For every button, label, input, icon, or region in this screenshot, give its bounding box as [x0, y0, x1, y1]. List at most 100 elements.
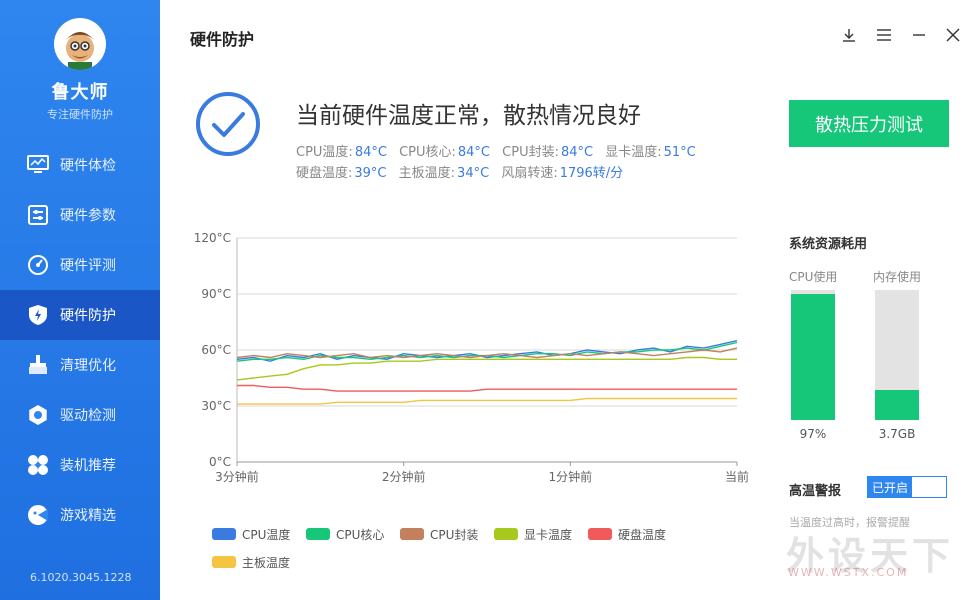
- legend-swatch: [588, 528, 612, 540]
- sidebar-item-label: 驱动检测: [60, 408, 116, 424]
- sidebar-item-hardware-params[interactable]: 硬件参数: [0, 190, 160, 240]
- cpu-usage-fill: [791, 293, 835, 420]
- avatar[interactable]: [54, 18, 106, 70]
- cpu-usage-bar: [791, 290, 835, 420]
- legend-item[interactable]: CPU温度: [212, 520, 306, 548]
- sidebar-item-label: 装机推荐: [60, 458, 116, 474]
- legend-label: CPU封装: [430, 527, 479, 542]
- check-circle-icon: [194, 90, 262, 158]
- temp-label: CPU封装:: [502, 145, 559, 160]
- gauge-icon: [26, 253, 50, 277]
- temp-value: 84°C: [457, 145, 491, 160]
- sidebar: 鲁大师 专注硬件防护 硬件体检 硬件参数 硬件评测 硬件防护 清理优化 驱动检测…: [0, 0, 160, 600]
- legend-swatch: [400, 528, 424, 540]
- sidebar-item-label: 硬件评测: [60, 258, 116, 274]
- stress-test-button[interactable]: 散热压力测试: [789, 100, 949, 147]
- version-text: 6.1020.3045.1228: [30, 571, 132, 584]
- sidebar-item-label: 清理优化: [60, 358, 116, 374]
- legend-label: 显卡温度: [524, 527, 573, 542]
- temp-value: 34°C: [457, 166, 490, 181]
- download-icon[interactable]: [838, 24, 860, 46]
- page-title: 硬件防护: [190, 30, 255, 49]
- app-subtitle: 专注硬件防护: [47, 108, 113, 121]
- monitor-icon: [26, 153, 50, 177]
- series-line: [237, 397, 737, 405]
- y-tick-label: 60°C: [201, 343, 231, 357]
- mem-usage-label: 内存使用: [873, 270, 922, 284]
- legend-label: 主板温度: [242, 555, 291, 570]
- series-line: [237, 384, 737, 392]
- sidebar-item-hardware-benchmark[interactable]: 硬件评测: [0, 240, 160, 290]
- temp-value: 51°C: [663, 145, 696, 160]
- temp-value: 84°C: [560, 145, 594, 160]
- legend-label: CPU核心: [336, 527, 385, 542]
- legend-swatch: [494, 528, 518, 540]
- app-name: 鲁大师: [51, 82, 109, 103]
- sidebar-item-hardware-check[interactable]: 硬件体检: [0, 140, 160, 190]
- sidebar-item-build-recommend[interactable]: 装机推荐: [0, 440, 160, 490]
- mem-usage-fill: [875, 390, 919, 420]
- legend-item[interactable]: 主板温度: [212, 548, 306, 576]
- high-temp-alarm-label: 高温警报: [789, 484, 842, 499]
- legend-item[interactable]: CPU封装: [400, 520, 494, 548]
- legend-item[interactable]: 硬盘温度: [588, 520, 682, 548]
- x-tick-label: 3分钟前: [215, 469, 259, 484]
- gear-icon: [26, 403, 50, 427]
- x-tick-label: 2分钟前: [382, 469, 426, 484]
- legend-item[interactable]: CPU核心: [306, 520, 400, 548]
- mem-usage-bar: [875, 290, 919, 420]
- temperature-row-2: 硬盘温度: 39°C 主板温度: 34°C 风扇转速: 1796转/分: [296, 162, 631, 181]
- sidebar-item-clean[interactable]: 清理优化: [0, 340, 160, 390]
- status-headline: 当前硬件温度正常，散热情况良好: [296, 103, 641, 129]
- temp-value: 39°C: [354, 166, 387, 181]
- shield-icon: [26, 303, 50, 327]
- y-tick-label: 90°C: [201, 287, 231, 301]
- temp-value: 84°C: [354, 145, 387, 160]
- temp-label: 显卡温度:: [605, 145, 662, 160]
- resources-title: 系统资源耗用: [789, 237, 868, 252]
- temp-label: 主板温度:: [398, 166, 456, 181]
- y-tick-label: 120°C: [194, 231, 231, 245]
- legend-swatch: [306, 528, 330, 540]
- cpu-usage-label: CPU使用: [789, 270, 838, 284]
- gamepad-icon: [26, 503, 50, 527]
- series-line: [236, 341, 738, 362]
- cpu-usage-value: 97%: [799, 427, 827, 441]
- fan-icon: [26, 453, 50, 477]
- high-temp-alarm-toggle[interactable]: 已开启: [867, 476, 947, 498]
- sliders-icon: [26, 203, 50, 227]
- temperature-row-1: CPU温度: 84°C CPU核心: 84°C CPU封装: 84°C 显卡温度: 51…: [296, 141, 704, 160]
- toggle-on-label: 已开启: [868, 477, 912, 497]
- sidebar-item-driver[interactable]: 驱动检测: [0, 390, 160, 440]
- watermark-url: WWW.WSTX.COM: [788, 566, 909, 579]
- sidebar-nav: 硬件体检 硬件参数 硬件评测 硬件防护 清理优化 驱动检测 装机推荐 游戏精选: [0, 140, 160, 540]
- sidebar-item-hardware-protect[interactable]: 硬件防护: [0, 290, 160, 340]
- fan-speed-value: 1796转/分: [559, 166, 624, 181]
- temperature-chart: 120°C 90°C 60°C 30°C 0°C3分钟前 2分钟前 1分钟前 当前: [194, 231, 749, 484]
- close-icon[interactable]: [942, 24, 964, 46]
- sidebar-item-label: 硬件防护: [60, 308, 116, 324]
- sidebar-item-label: 硬件参数: [60, 208, 116, 224]
- chart-legend: CPU温度 CPU核心 CPU封装 显卡温度 硬盘温度主板温度: [212, 520, 752, 576]
- temp-label: CPU核心:: [399, 145, 456, 160]
- legend-label: 硬盘温度: [618, 527, 667, 542]
- menu-icon[interactable]: [873, 24, 895, 46]
- legend-label: CPU温度: [242, 527, 291, 542]
- x-tick-label: 1分钟前: [549, 469, 593, 484]
- legend-item[interactable]: 显卡温度: [494, 520, 588, 548]
- temp-label: 风扇转速:: [501, 166, 558, 181]
- sidebar-item-games[interactable]: 游戏精选: [0, 490, 160, 540]
- y-tick-label: 0°C: [209, 455, 231, 469]
- legend-swatch: [212, 528, 236, 540]
- temp-label: CPU温度:: [296, 145, 353, 160]
- legend-swatch: [212, 556, 236, 568]
- sidebar-item-label: 游戏精选: [60, 508, 116, 524]
- mem-usage-value: 3.7GB: [878, 427, 916, 441]
- broom-icon: [26, 353, 50, 377]
- y-tick-label: 30°C: [201, 399, 231, 413]
- temp-label: 硬盘温度:: [296, 166, 353, 181]
- sidebar-item-label: 硬件体检: [60, 158, 116, 174]
- series-line: [236, 356, 737, 381]
- x-tick-label: 当前: [725, 469, 749, 484]
- minimize-icon[interactable]: [908, 24, 930, 46]
